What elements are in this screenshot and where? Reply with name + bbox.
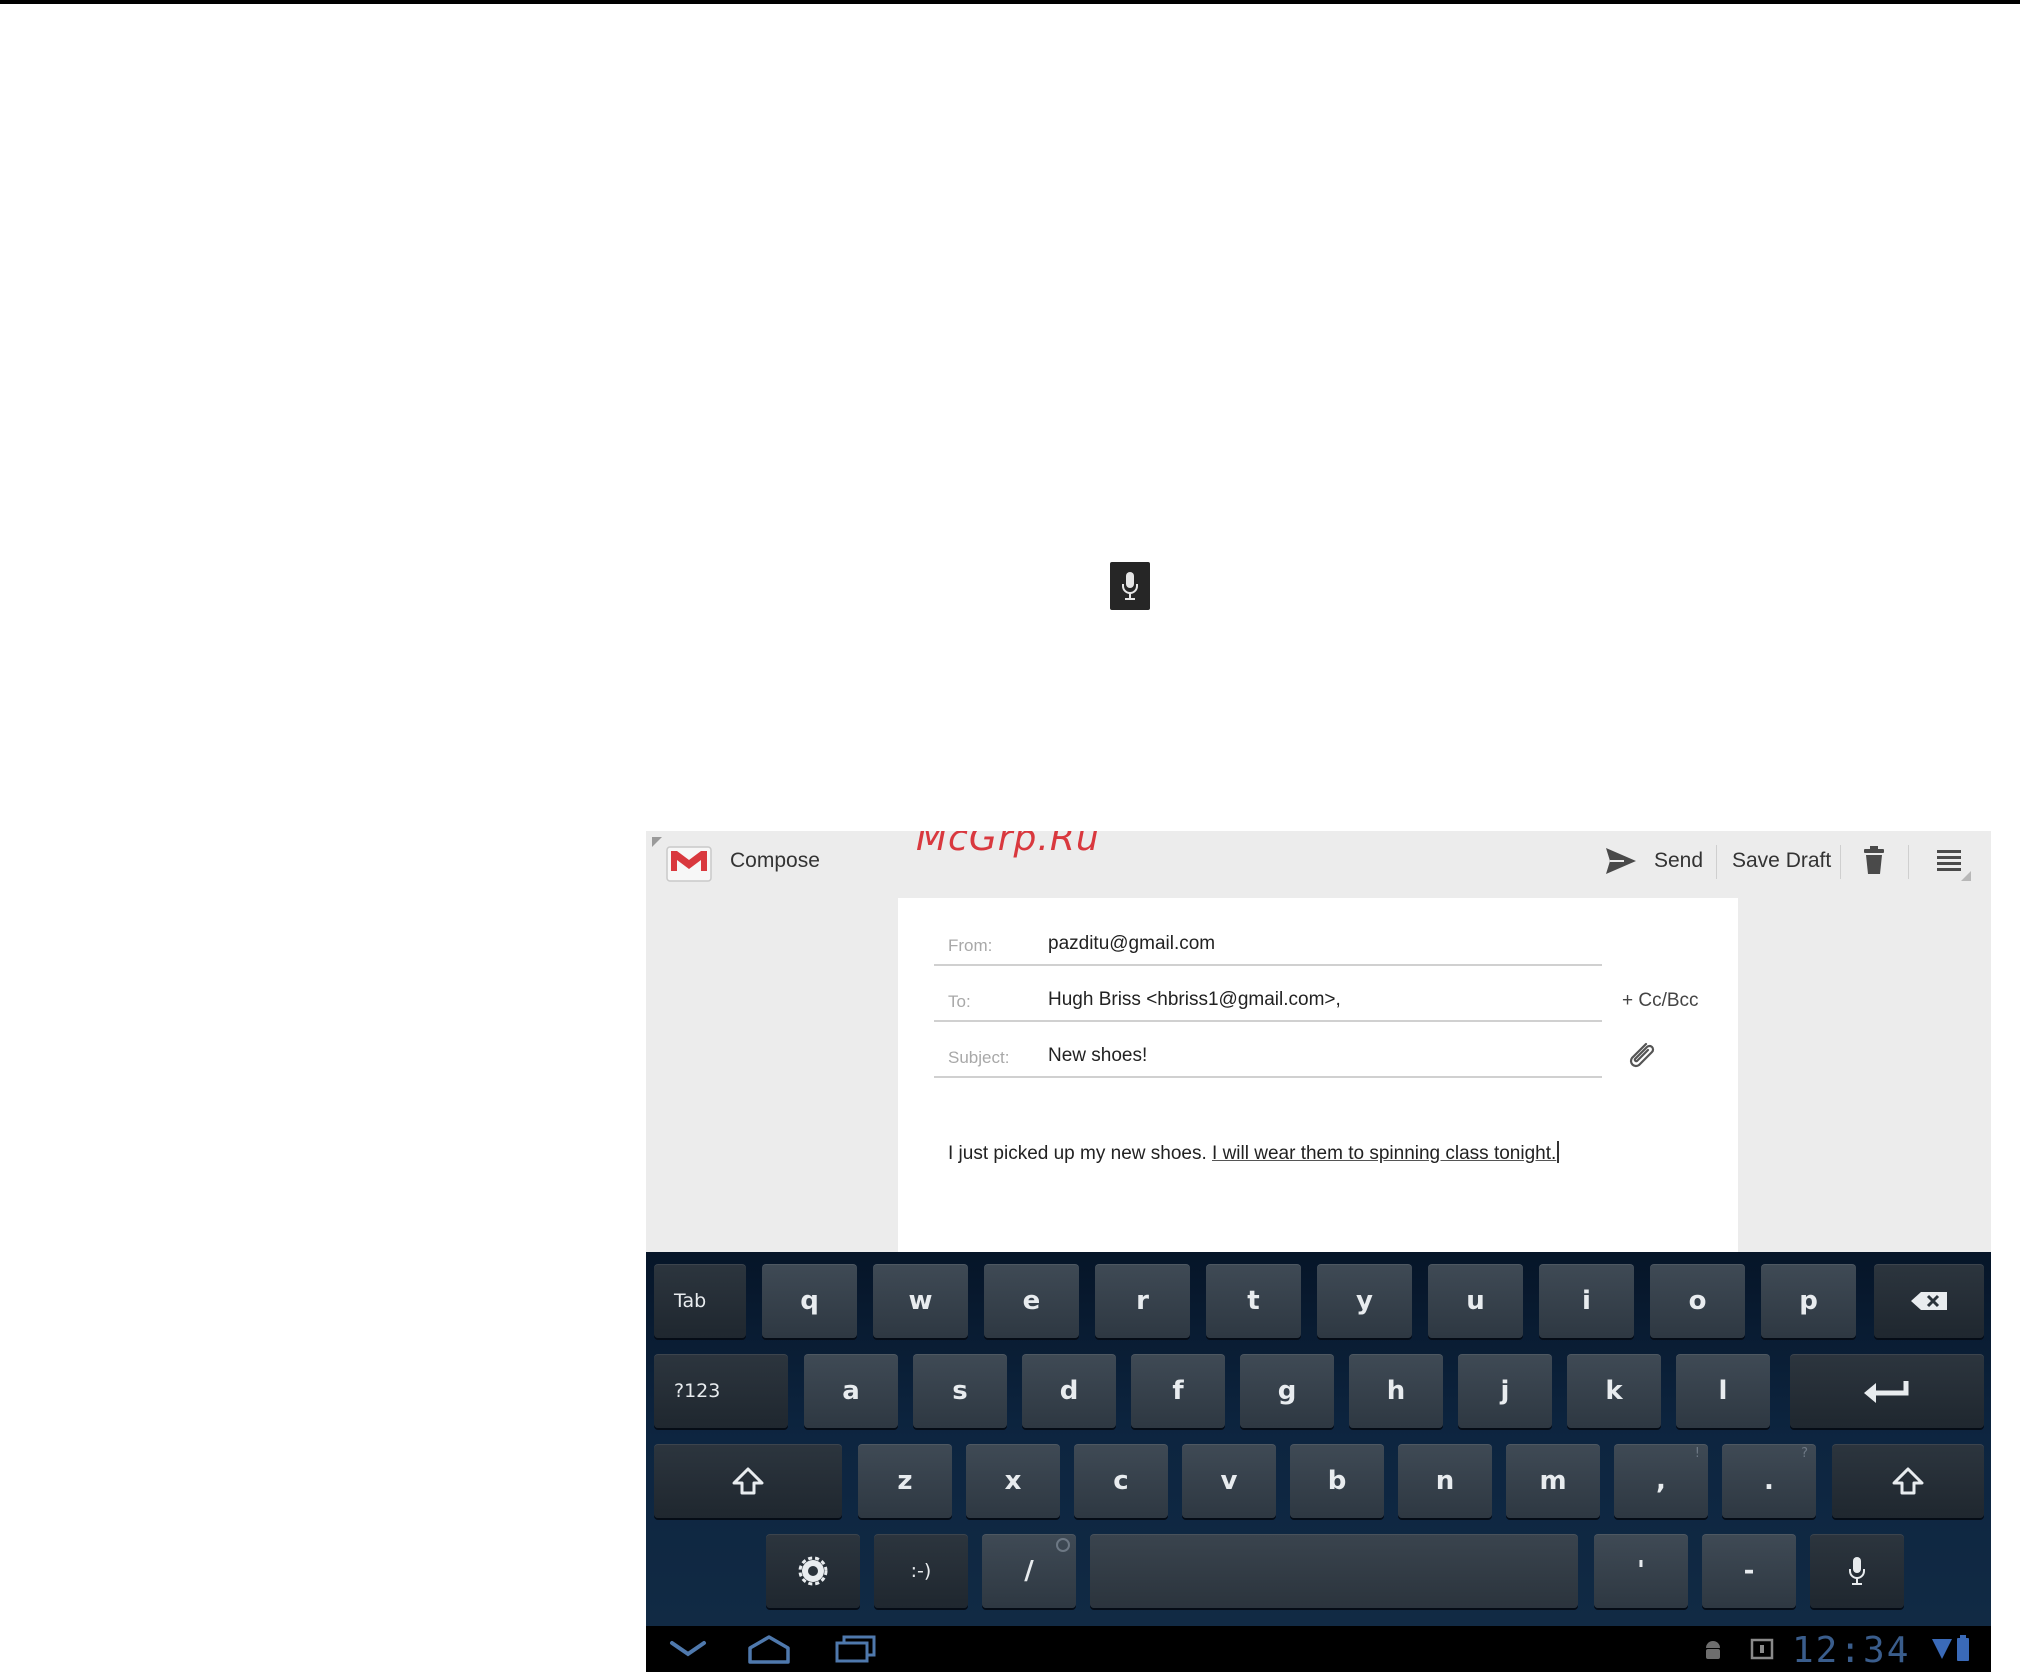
recent-apps-icon[interactable] [834, 1634, 878, 1664]
backspace-key[interactable] [1874, 1264, 1984, 1338]
microphone-icon [1110, 562, 1150, 610]
key-dash[interactable]: - [1702, 1534, 1796, 1608]
key-d[interactable]: d [1022, 1354, 1116, 1428]
key-w[interactable]: w [873, 1264, 968, 1338]
key-period-label: . [1764, 1466, 1774, 1496]
attachment-icon[interactable] [1624, 1038, 1658, 1072]
shift-icon [1892, 1467, 1924, 1495]
key-g[interactable]: g [1240, 1354, 1334, 1428]
key-slash[interactable]: / [982, 1534, 1076, 1608]
at-icon [1056, 1538, 1070, 1552]
cc-bcc-button[interactable]: + Cc/Bcc [1622, 990, 1699, 1012]
watermark: McGrp.Ru [916, 831, 1100, 859]
corner-indicator [652, 837, 662, 847]
page-title: Compose [730, 849, 820, 872]
divider [1908, 845, 1909, 879]
voice-input-key[interactable] [1810, 1534, 1904, 1608]
divider [1716, 845, 1717, 879]
key-symbols[interactable]: ?123 [654, 1354, 788, 1428]
top-rule [0, 0, 2020, 4]
space-bar[interactable] [1090, 1534, 1578, 1608]
key-dash-label: - [1743, 1556, 1755, 1586]
subject-value: New shoes! [1048, 1045, 1148, 1066]
save-draft-button[interactable]: Save Draft [1732, 849, 1831, 873]
divider [1840, 845, 1841, 879]
gmail-icon[interactable] [666, 841, 712, 883]
key-t[interactable]: t [1206, 1264, 1301, 1338]
key-h[interactable]: h [1349, 1354, 1443, 1428]
trash-icon[interactable] [1862, 845, 1886, 875]
body-suggestion: I will wear them to spinning class tonig… [1212, 1143, 1557, 1164]
key-z[interactable]: z [858, 1444, 952, 1518]
key-period-hint: ? [1801, 1446, 1808, 1461]
system-bar: 12:34 [646, 1626, 1991, 1672]
settings-icon [798, 1556, 828, 1586]
to-label: To: [948, 992, 971, 1011]
key-p[interactable]: p [1761, 1264, 1856, 1338]
key-y[interactable]: y [1317, 1264, 1412, 1338]
body-text: I just picked up my new shoes. [948, 1143, 1213, 1164]
key-u[interactable]: u [1428, 1264, 1523, 1338]
send-icon[interactable] [1604, 845, 1638, 877]
action-bar: Compose McGrp.Ru Send Save Draft [646, 831, 1991, 895]
message-body[interactable]: I just picked up my new shoes. I will we… [948, 1141, 1560, 1165]
soft-keyboard: Tab q w e r t y u i o p ?123 a s d f g h… [646, 1252, 1991, 1626]
enter-key[interactable] [1790, 1354, 1984, 1428]
key-b[interactable]: b [1290, 1444, 1384, 1518]
settings-key[interactable] [766, 1534, 860, 1608]
key-comma-label: , [1656, 1466, 1666, 1496]
key-apostrophe-label: ' [1637, 1556, 1645, 1586]
subject-field[interactable]: Subject: New shoes! [934, 1034, 1602, 1078]
key-n[interactable]: n [1398, 1444, 1492, 1518]
sd-card-icon [1750, 1638, 1774, 1660]
shift-key-left[interactable] [654, 1444, 842, 1518]
key-slash-label: / [1024, 1556, 1034, 1586]
key-c[interactable]: c [1074, 1444, 1168, 1518]
key-k[interactable]: k [1567, 1354, 1661, 1428]
key-comma-hint: ! [1694, 1446, 1700, 1461]
menu-icon[interactable] [1936, 848, 1962, 872]
key-apostrophe[interactable]: ' [1594, 1534, 1688, 1608]
from-field[interactable]: From: pazditu@gmail.com [934, 922, 1602, 966]
key-m[interactable]: m [1506, 1444, 1600, 1518]
key-a[interactable]: a [804, 1354, 898, 1428]
android-debug-icon [1706, 1641, 1720, 1659]
backspace-icon [1911, 1292, 1947, 1310]
key-x[interactable]: x [966, 1444, 1060, 1518]
microphone-icon [1849, 1557, 1865, 1585]
key-q[interactable]: q [762, 1264, 857, 1338]
text-cursor [1557, 1141, 1560, 1163]
from-value: pazditu@gmail.com [1048, 933, 1216, 954]
shift-icon [732, 1467, 764, 1495]
key-tab[interactable]: Tab [654, 1264, 746, 1338]
subject-label: Subject: [948, 1048, 1010, 1067]
key-comma[interactable]: , ! [1614, 1444, 1708, 1518]
shift-key-right[interactable] [1832, 1444, 1984, 1518]
key-j[interactable]: j [1458, 1354, 1552, 1428]
tablet-screen: Compose McGrp.Ru Send Save Draft From: p… [646, 831, 1991, 1672]
compose-card: From: pazditu@gmail.com To: Hugh Briss <… [898, 898, 1738, 1252]
corner-indicator [1961, 871, 1971, 881]
clock: 12:34 [1792, 1630, 1911, 1671]
key-period[interactable]: . ? [1722, 1444, 1816, 1518]
key-i[interactable]: i [1539, 1264, 1634, 1338]
key-s[interactable]: s [913, 1354, 1007, 1428]
key-l[interactable]: l [1676, 1354, 1770, 1428]
key-f[interactable]: f [1131, 1354, 1225, 1428]
back-icon[interactable] [668, 1638, 708, 1660]
home-icon[interactable] [746, 1634, 792, 1664]
enter-icon [1864, 1381, 1909, 1403]
battery-icon [1957, 1635, 1969, 1661]
key-e[interactable]: e [984, 1264, 1079, 1338]
wifi-icon [1932, 1639, 1952, 1659]
from-label: From: [948, 936, 993, 955]
key-r[interactable]: r [1095, 1264, 1190, 1338]
to-value: Hugh Briss <hbriss1@gmail.com>, [1048, 989, 1341, 1010]
key-o[interactable]: o [1650, 1264, 1745, 1338]
send-button[interactable]: Send [1654, 849, 1703, 873]
to-field[interactable]: To: Hugh Briss <hbriss1@gmail.com>, [934, 978, 1602, 1022]
key-v[interactable]: v [1182, 1444, 1276, 1518]
key-smiley[interactable]: :-) [874, 1534, 968, 1608]
